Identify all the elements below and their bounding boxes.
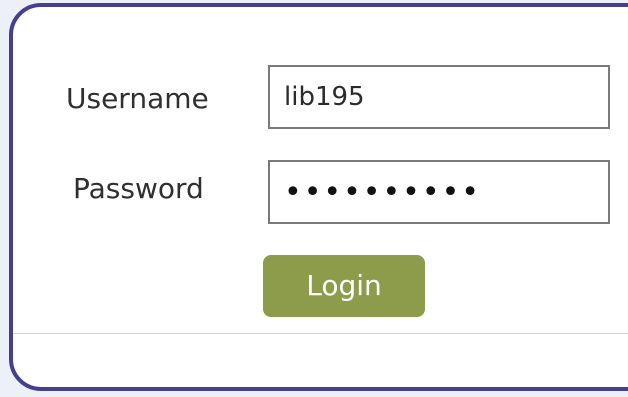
username-field[interactable]: [268, 65, 610, 129]
password-label: Password: [73, 172, 204, 205]
login-screen: Username Password Login: [0, 0, 628, 397]
footer-divider: [13, 333, 628, 334]
password-field[interactable]: [268, 160, 610, 224]
login-button[interactable]: Login: [263, 255, 425, 317]
login-panel: Username Password Login: [9, 3, 628, 391]
username-label: Username: [66, 82, 209, 115]
